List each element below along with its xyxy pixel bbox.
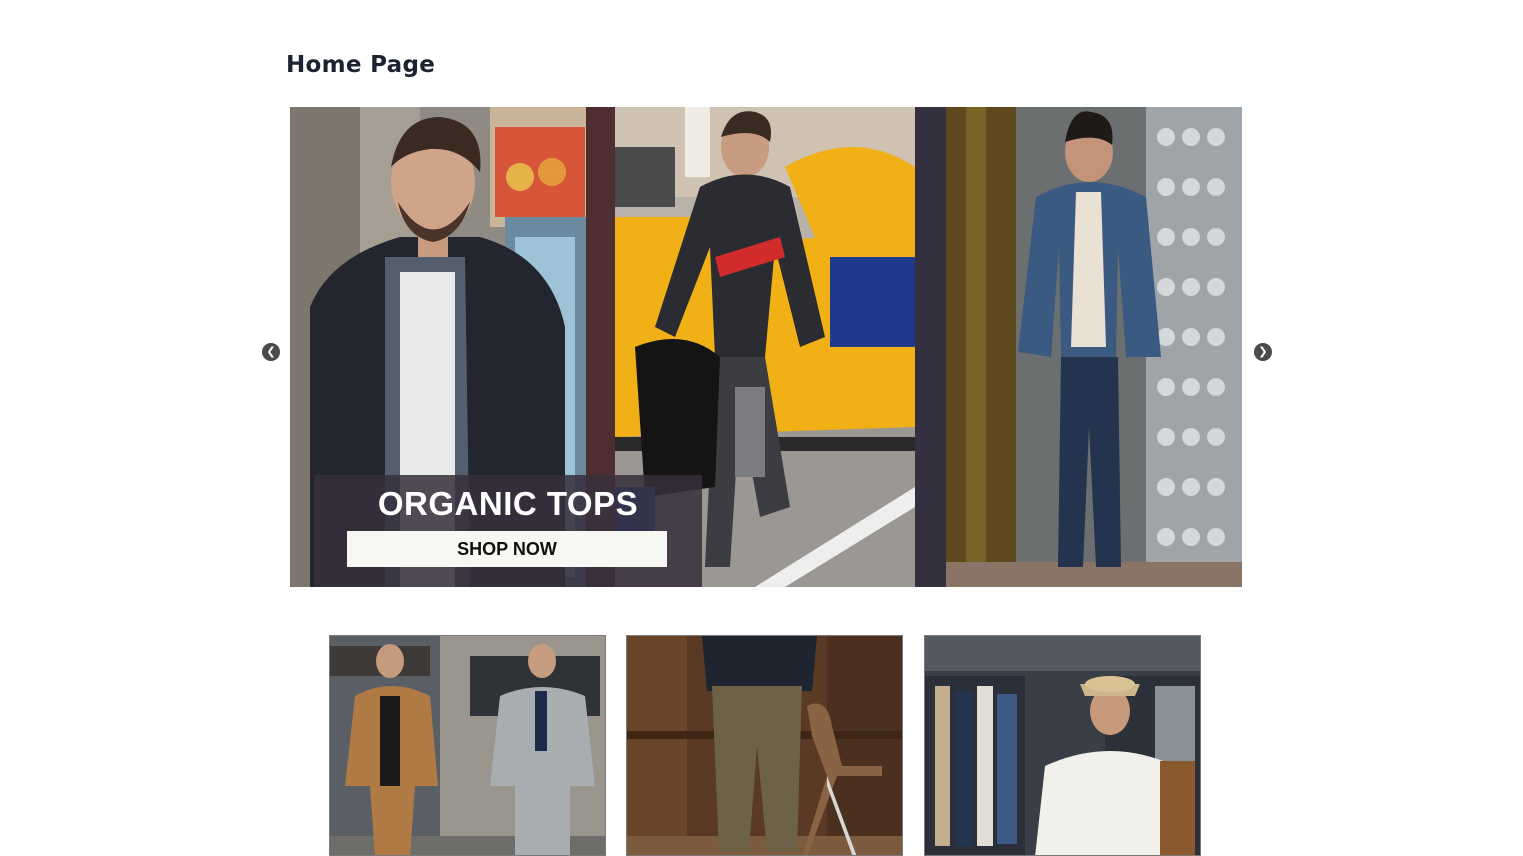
category-card-3[interactable]: [924, 635, 1201, 856]
chevron-right-icon: ❯: [1258, 345, 1268, 358]
page-title: Home Page: [286, 52, 436, 78]
carousel-divider-2: [915, 107, 946, 587]
promo-title: ORGANIC TOPS: [377, 485, 639, 522]
carousel-prev-button[interactable]: ❮: [262, 343, 280, 361]
chevron-left-icon: ❮: [266, 345, 276, 358]
page: Home Page ORGANIC TOPS SHOP NOW ❮ ❯: [0, 0, 1523, 856]
category-card-2-image: [627, 636, 902, 855]
shop-now-button[interactable]: SHOP NOW: [347, 531, 667, 567]
hero-carousel: ORGANIC TOPS SHOP NOW: [290, 107, 1242, 587]
carousel-next-button[interactable]: ❯: [1254, 343, 1272, 361]
category-card-3-image: [925, 636, 1200, 855]
carousel-slide-3-image: [946, 107, 1242, 587]
category-card-2[interactable]: [626, 635, 903, 856]
category-card-1-image: [330, 636, 605, 855]
promo-banner: ORGANIC TOPS SHOP NOW: [314, 475, 702, 587]
category-card-1[interactable]: [329, 635, 606, 856]
